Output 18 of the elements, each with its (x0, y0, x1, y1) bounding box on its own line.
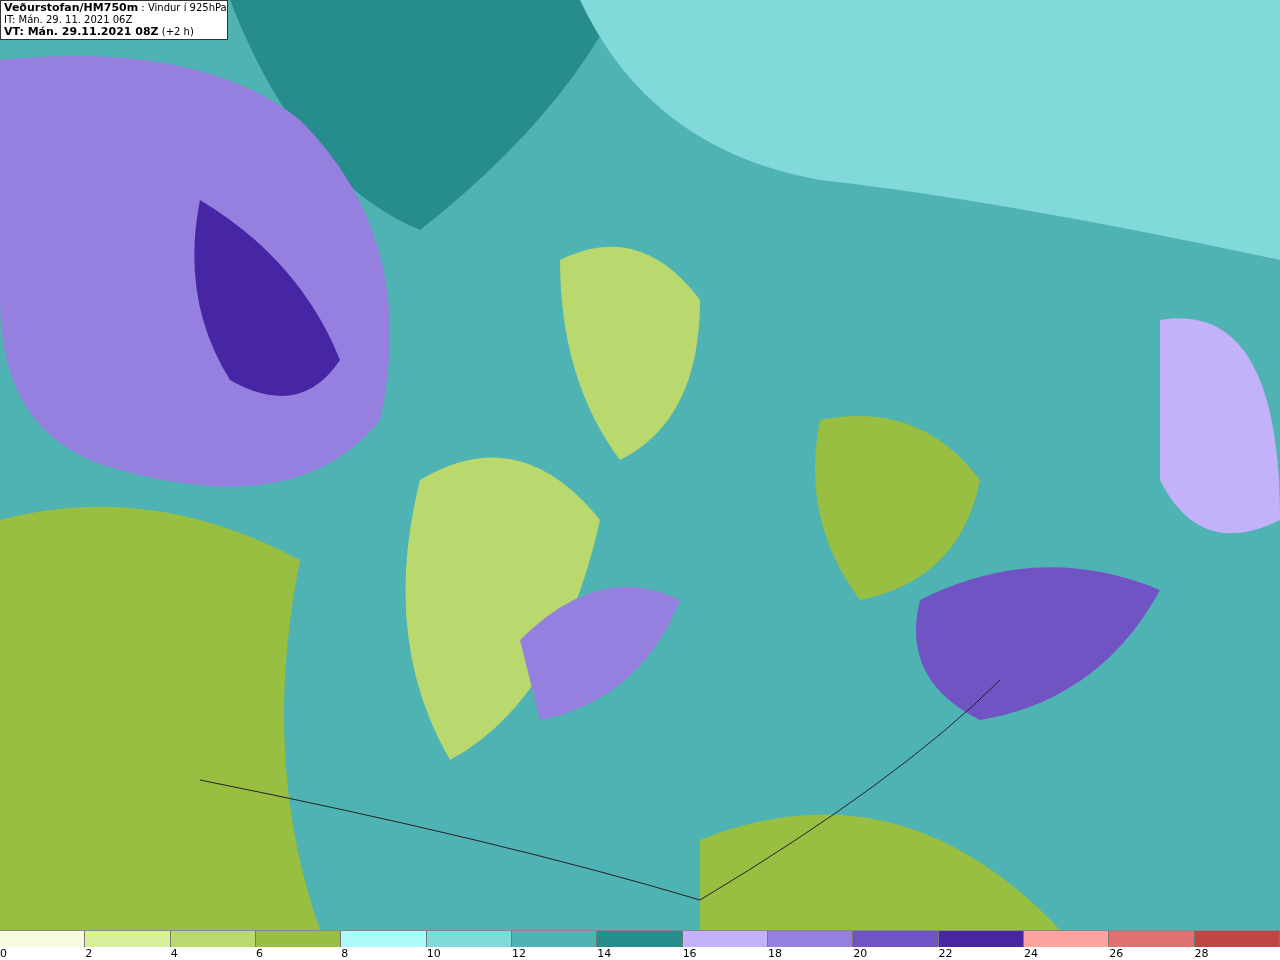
legend-label: 10 (426, 947, 441, 960)
map-title: Veðurstofan/HM750m : Vindur í 925hPa (4, 2, 224, 14)
legend-label: 2 (85, 947, 93, 960)
legend-label: 12 (511, 947, 526, 960)
legend-label: 6 (256, 947, 263, 960)
issue-time: IT: Mán. 29. 11. 2021 06Z (4, 14, 134, 26)
legend-label: 26 (1109, 947, 1124, 960)
legend-label: 16 (682, 947, 697, 960)
legend-label: 24 (1023, 947, 1038, 960)
legend-label: 22 (938, 947, 953, 960)
legend-label: 20 (853, 947, 868, 960)
legend-label: 8 (341, 947, 349, 960)
valid-time: VT: Mán. 29.11.2021 08Z (+2 h) (4, 26, 195, 38)
legend-label: 4 (170, 947, 178, 960)
legend-label: 0 (0, 947, 7, 960)
legend-label: 14 (597, 947, 612, 960)
legend-label: 28 (1194, 947, 1209, 960)
legend-label: 18 (767, 947, 782, 960)
